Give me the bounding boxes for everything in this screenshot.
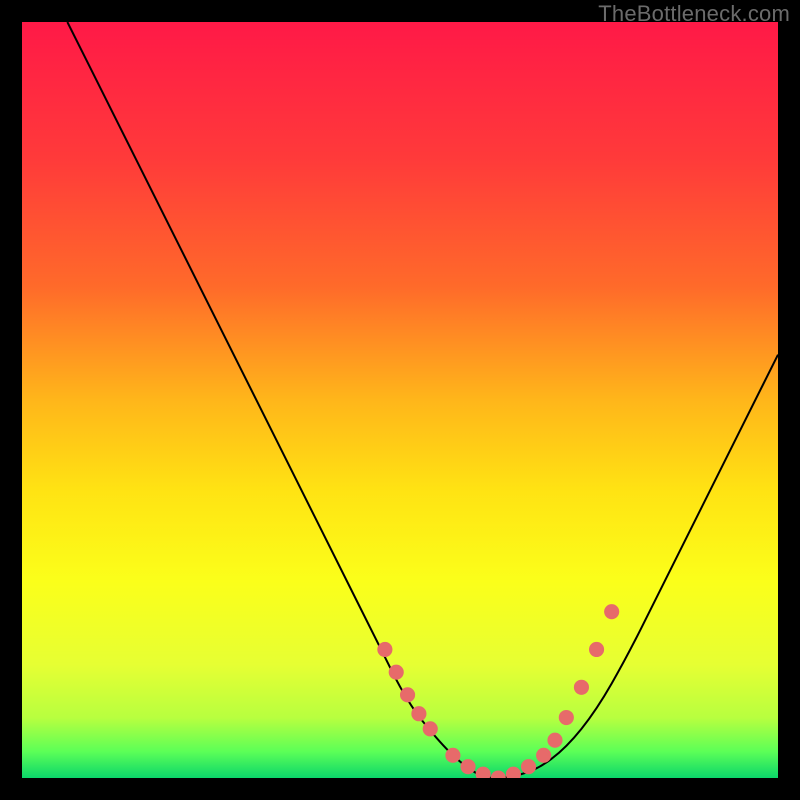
chart-stage: TheBottleneck.com	[0, 0, 800, 800]
curve-marker	[460, 759, 475, 774]
curve-marker	[574, 680, 589, 695]
curve-marker	[423, 721, 438, 736]
bottleneck-curve	[67, 22, 778, 778]
curve-marker	[506, 767, 521, 778]
curve-marker	[547, 733, 562, 748]
marker-group	[377, 604, 619, 778]
curve-marker	[400, 687, 415, 702]
curve-layer	[22, 22, 778, 778]
curve-marker	[377, 642, 392, 657]
curve-marker	[559, 710, 574, 725]
curve-marker	[604, 604, 619, 619]
curve-marker	[476, 767, 491, 778]
curve-marker	[445, 748, 460, 763]
curve-marker	[491, 770, 506, 778]
curve-marker	[411, 706, 426, 721]
curve-marker	[589, 642, 604, 657]
plot-area	[22, 22, 778, 778]
curve-marker	[536, 748, 551, 763]
curve-marker	[521, 759, 536, 774]
watermark-text: TheBottleneck.com	[598, 1, 790, 27]
curve-marker	[389, 665, 404, 680]
